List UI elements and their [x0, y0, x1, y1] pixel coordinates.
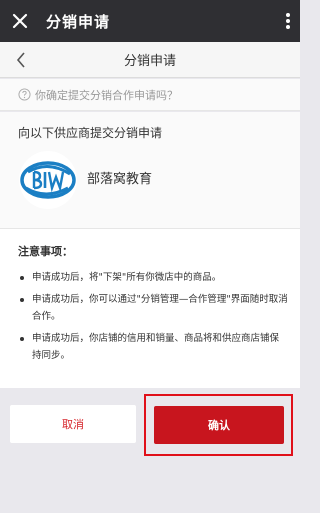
- note-text: 申请成功后，你可以通过"分销管理—合作管理"界面随时取消合作。: [32, 294, 288, 322]
- more-vertical-icon: [286, 13, 290, 29]
- confirm-highlight-frame: 确认: [144, 394, 293, 456]
- supplier-logo: [19, 151, 77, 209]
- bullet-icon: [20, 298, 24, 302]
- list-item: 申请成功后，你店铺的信用和销量、商品将和供应商店铺保持同步。: [18, 330, 288, 364]
- list-item: 申请成功后，你可以通过"分销管理—合作管理"界面随时取消合作。: [18, 291, 288, 325]
- confirm-prompt: 你确定提交分销合作申请吗？: [0, 79, 300, 111]
- back-button[interactable]: [10, 48, 32, 72]
- page-nav-bar: 分销申请: [0, 42, 300, 78]
- confirm-prompt-text: 你确定提交分销合作申请吗？: [35, 88, 178, 102]
- close-icon: [12, 13, 28, 29]
- note-text: 申请成功后，将"下架"所有你微店中的商品。: [32, 272, 222, 283]
- notes-section: 注意事项： 申请成功后，将"下架"所有你微店中的商品。 申请成功后，你可以通过"…: [0, 228, 300, 388]
- question-circle-icon: [18, 88, 31, 101]
- window-title: 分销申请: [46, 12, 111, 31]
- supplier-intro: 向以下供应商提交分销申请: [18, 126, 163, 140]
- notes-list: 申请成功后，将"下架"所有你微店中的商品。 申请成功后，你可以通过"分销管理—合…: [18, 269, 288, 369]
- notes-title: 注意事项：: [18, 245, 73, 258]
- list-item: 申请成功后，将"下架"所有你微店中的商品。: [18, 269, 288, 286]
- chevron-left-icon: [16, 52, 25, 68]
- bullet-icon: [20, 337, 24, 341]
- app-top-bar: 分销申请: [0, 0, 300, 42]
- more-menu-button[interactable]: [276, 0, 300, 42]
- confirm-button[interactable]: 确认: [154, 406, 284, 444]
- cancel-button[interactable]: 取消: [10, 405, 136, 443]
- page-title: 分销申请: [123, 54, 176, 69]
- supplier-name: 部落窝教育: [87, 172, 153, 187]
- supplier-section: 向以下供应商提交分销申请 部落窝教育: [0, 112, 300, 228]
- bullet-icon: [20, 276, 24, 280]
- note-text: 申请成功后，你店铺的信用和销量、商品将和供应商店铺保持同步。: [32, 333, 280, 361]
- close-button[interactable]: [0, 0, 40, 42]
